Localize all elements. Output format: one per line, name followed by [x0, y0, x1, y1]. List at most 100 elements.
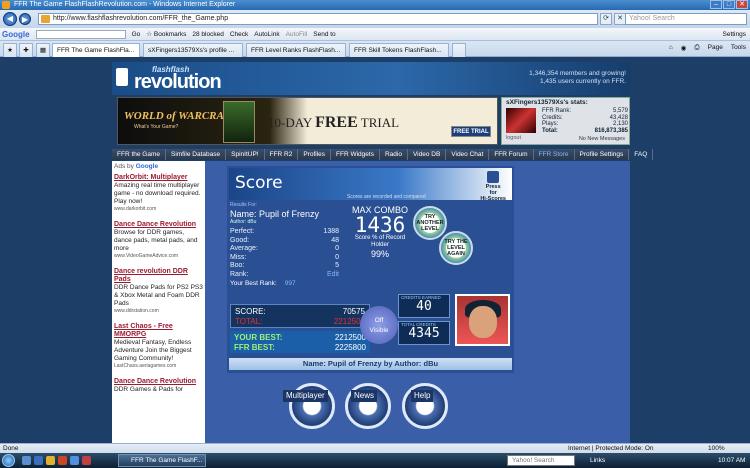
- sendto-button[interactable]: Send to: [313, 31, 335, 38]
- tab-skill-tokens[interactable]: FFR Skill Tokens FlashFlash...: [349, 43, 449, 57]
- clock[interactable]: 10:07 AM: [718, 454, 745, 467]
- address-row: ◀ ▶ http://www.flashflashrevolution.com/…: [0, 10, 750, 28]
- nav-simfile-database[interactable]: Simfile Database: [166, 149, 227, 160]
- nav-video-db[interactable]: Video DB: [408, 149, 447, 160]
- try-another-level-button[interactable]: TRY ANOTHER LEVEL: [413, 206, 447, 240]
- score-header: Score Press for Hi-Scores Scores are recor…: [229, 168, 512, 202]
- messages-status[interactable]: No New Messages: [579, 136, 625, 142]
- judgement-row: Miss: 0: [230, 253, 339, 261]
- multiplayer-label[interactable]: Multiplayer: [283, 390, 328, 402]
- logout-link[interactable]: logout: [506, 135, 521, 141]
- home-icon[interactable]: ⌂: [669, 44, 673, 52]
- check-button[interactable]: Check: [230, 31, 248, 38]
- start-button[interactable]: [2, 454, 15, 467]
- ad-title[interactable]: Last Chaos - Free MMORPG: [114, 323, 203, 339]
- ad-title[interactable]: Dance Dance Revolution: [114, 378, 203, 386]
- wow-banner-ad[interactable]: WORLD of WARCRAFT What's Your Game? 10-D…: [117, 97, 498, 145]
- favorites-star-icon[interactable]: ★: [3, 43, 17, 57]
- sidebar-ad[interactable]: Last Chaos - Free MMORPG Medieval Fantas…: [114, 323, 203, 369]
- visibility-toggle[interactable]: Off Visible: [360, 306, 398, 344]
- tab-profile[interactable]: sXFingers13579Xs's profile ...: [143, 43, 243, 57]
- nav-spinitup[interactable]: SpinItUP!: [226, 149, 265, 160]
- ad-description: Browse for DDR games, dance pads, metal …: [114, 229, 198, 252]
- tools-menu[interactable]: Tools: [731, 44, 746, 52]
- print-icon[interactable]: ⎙: [694, 44, 699, 52]
- ads-by-google[interactable]: Ads by Google: [114, 163, 203, 170]
- new-tab-button[interactable]: [452, 43, 466, 57]
- star-icon: ☆: [146, 31, 153, 38]
- settings-button[interactable]: Settings: [723, 31, 747, 38]
- sidebar-ad[interactable]: Dance Dance Revolution Browse for DDR ga…: [114, 221, 203, 259]
- ad-title[interactable]: Dance Dance Revolution: [114, 221, 203, 229]
- folder-quicklaunch-icon[interactable]: [46, 456, 55, 465]
- tab-ffr-game[interactable]: FFR The Game FlashFla...: [52, 43, 140, 57]
- nav-ffr-widgets[interactable]: FFR Widgets: [331, 149, 380, 160]
- ffr-best-row: FFR BEST: 2225800: [234, 342, 366, 352]
- nav-profiles[interactable]: Profiles: [298, 149, 332, 160]
- user-avatar[interactable]: [506, 108, 536, 133]
- feeds-icon[interactable]: ◉: [681, 44, 687, 52]
- address-bar[interactable]: http://www.flashflashrevolution.com/FFR_…: [38, 13, 598, 25]
- google-search-input[interactable]: [35, 29, 126, 39]
- tab-level-ranks[interactable]: FFR Level Ranks FlashFlash...: [246, 43, 346, 57]
- help-label[interactable]: Help: [411, 390, 434, 402]
- autolink-button[interactable]: AutoLink: [254, 31, 279, 38]
- links-toolbar[interactable]: Links: [590, 454, 605, 467]
- nav-faq[interactable]: FAQ: [629, 149, 654, 160]
- media-quicklaunch-icon[interactable]: [58, 456, 67, 465]
- sidebar-ad[interactable]: Dance Dance Revolution DDR Games & Pads …: [114, 378, 203, 394]
- hiscores-button[interactable]: Press for Hi-Scores: [480, 171, 506, 202]
- refresh-icon[interactable]: ⟳: [600, 13, 612, 25]
- stats-title[interactable]: sXFingers13579Xs's stats:: [506, 99, 588, 106]
- ad-url[interactable]: www.VideoGameAdvice.com: [114, 253, 203, 259]
- forward-button[interactable]: ▶: [19, 13, 31, 25]
- try-again-button[interactable]: TRY THE LEVEL AGAIN: [439, 231, 473, 265]
- ie-quicklaunch-icon[interactable]: [34, 456, 43, 465]
- score-pct-value: 99%: [370, 249, 389, 259]
- status-text: Done: [3, 445, 19, 452]
- taskbar-search[interactable]: Yahoo! Search: [507, 455, 575, 466]
- bookmarks-button[interactable]: ☆ Bookmarks: [146, 30, 186, 38]
- go-button[interactable]: Go: [132, 31, 141, 38]
- quick-tabs-icon[interactable]: ▦: [36, 43, 50, 57]
- minimize-button[interactable]: –: [710, 0, 722, 9]
- ad-url[interactable]: LastChaos.aeriagames.com: [114, 363, 203, 369]
- nav-radio[interactable]: Radio: [380, 149, 408, 160]
- window-controls: – □ ✕: [710, 0, 748, 10]
- search-input[interactable]: Yahoo! Search: [625, 13, 747, 25]
- site-logo[interactable]: revolution: [134, 71, 222, 94]
- best-block: YOUR BEST: 2212500 FFR BEST: 2225800: [230, 331, 370, 353]
- nav-ffr-game[interactable]: FFR the Game: [112, 149, 166, 160]
- switch-windows-icon[interactable]: [70, 456, 79, 465]
- zoom-level[interactable]: 100%: [708, 444, 725, 453]
- nav-ffr-r2[interactable]: FFR R2: [265, 149, 299, 160]
- show-desktop-icon[interactable]: [22, 456, 31, 465]
- close-button[interactable]: ✕: [736, 0, 748, 9]
- security-zone[interactable]: Internet | Protected Mode: On: [568, 444, 654, 453]
- game-box-image: [223, 101, 255, 143]
- sidebar-ad[interactable]: DarkOrbit: Multiplayer Amazing real time…: [114, 174, 203, 212]
- app-quicklaunch-icon[interactable]: [82, 456, 91, 465]
- address-url: http://www.flashflashrevolution.com/FFR_…: [53, 15, 229, 22]
- taskbar-ie-window[interactable]: FFR The Game FlashF...: [118, 454, 206, 467]
- your-best-row: YOUR BEST: 2212500: [234, 333, 366, 342]
- free-trial-button[interactable]: FREE TRIAL: [451, 126, 491, 137]
- page-menu[interactable]: Page: [708, 44, 723, 52]
- sidebar-ad[interactable]: Dance revolution DDR Pads DDR Dance Pads…: [114, 268, 203, 314]
- nav-ffr-forum[interactable]: FFR Forum: [489, 149, 534, 160]
- autofill-button[interactable]: AutoFill: [286, 31, 308, 38]
- judgement-list: Perfect: 1388 Good: 48 Average: 0 Miss: 0 Bo…: [230, 228, 345, 279]
- news-label[interactable]: News: [351, 390, 378, 402]
- nav-video-chat[interactable]: Video Chat: [446, 149, 490, 160]
- nav-profile-settings[interactable]: Profile Settings: [575, 149, 630, 160]
- maximize-button[interactable]: □: [723, 0, 735, 9]
- ad-url[interactable]: www.ddrstation.com: [114, 308, 203, 314]
- popup-blocked-button[interactable]: 28 blocked: [192, 31, 223, 38]
- add-favorites-icon[interactable]: ✚: [19, 43, 33, 57]
- nav-ffr-store[interactable]: FFR Store: [534, 149, 575, 160]
- ad-title[interactable]: DarkOrbit: Multiplayer: [114, 174, 203, 182]
- back-button[interactable]: ◀: [3, 12, 17, 26]
- ad-description: Medieval Fantasy, Endless Adventure Join…: [114, 339, 192, 362]
- ad-url[interactable]: www.darkorbit.com: [114, 206, 203, 212]
- ad-title[interactable]: Dance revolution DDR Pads: [114, 268, 203, 284]
